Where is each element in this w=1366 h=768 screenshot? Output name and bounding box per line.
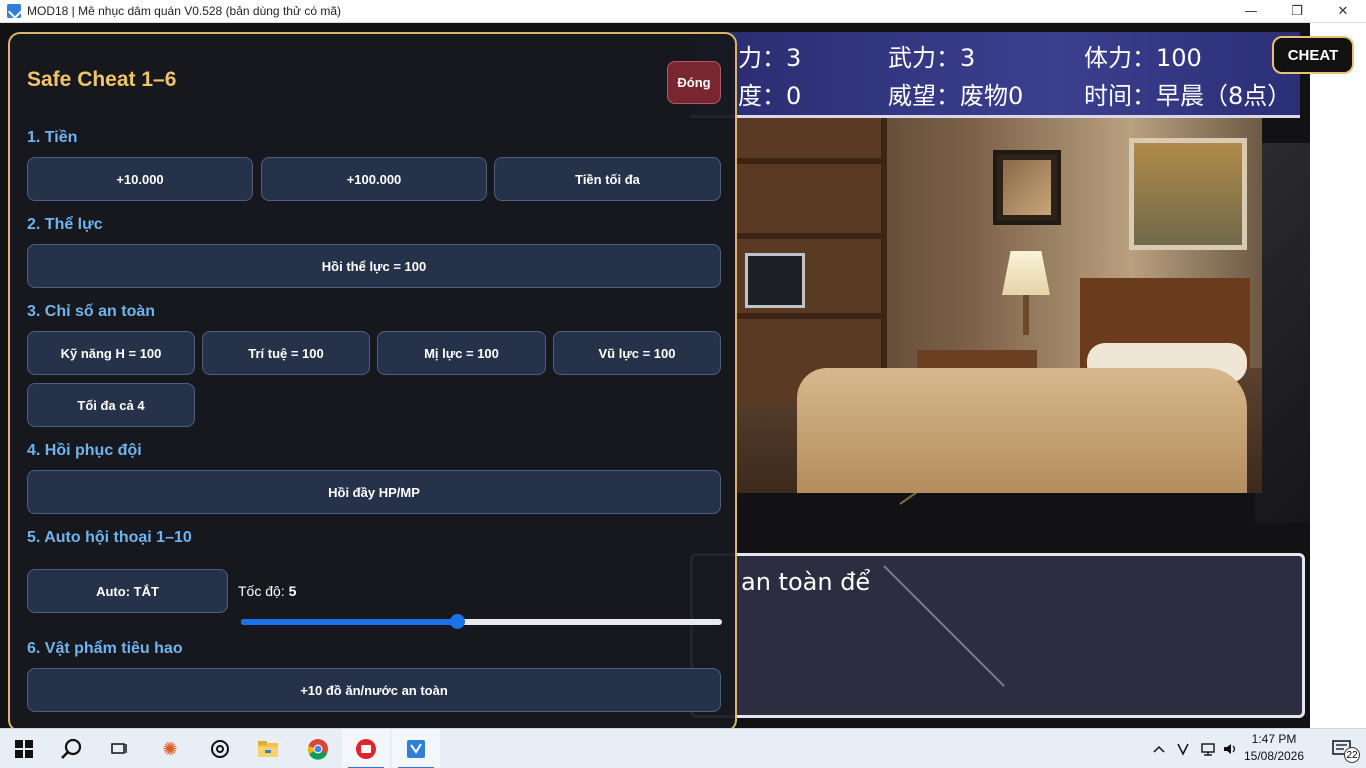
add-safe-food-water-button[interactable]: +10 đồ ăn/nước an toàn [27, 668, 721, 712]
burst-app-icon[interactable]: ✺ [146, 729, 194, 768]
stat-intellect: 力：3 [738, 44, 802, 72]
section-money-heading: 1. Tiền [27, 129, 78, 146]
app-icon [7, 4, 21, 18]
game-viewport[interactable]: 力：3 武力：3 体力：100 度：0 威望：废物0 时间：早晨（8点） an … [0, 23, 1366, 728]
add-100000-money-button[interactable]: +100.000 [261, 157, 487, 201]
section-auto-heading: 5. Auto hội thoại 1–10 [27, 529, 192, 546]
stat-affection: 度：0 [738, 82, 802, 110]
taskbar: ✺ 1:47 PM 15/08/2026 22 [0, 728, 1366, 768]
stats-banner: 力：3 武力：3 体力：100 度：0 威望：废物0 时间：早晨（8点） [690, 32, 1300, 118]
section-safe-stats-heading: 3. Chỉ số an toàn [27, 303, 156, 320]
clock[interactable]: 1:47 PM 15/08/2026 [1240, 731, 1308, 765]
wall-picture-prop [993, 150, 1061, 225]
dialogue-box[interactable]: an toàn để [690, 553, 1305, 718]
restore-hp-mp-button[interactable]: Hồi đầy HP/MP [27, 470, 721, 514]
cheat-panel: Safe Cheat 1–6 Đóng 1. Tiền +10.000 +100… [8, 32, 737, 728]
maximize-button[interactable]: ❐ [1274, 0, 1320, 23]
slider-fill [241, 619, 458, 625]
section-party-heading: 4. Hồi phục đội [27, 442, 142, 459]
chatgpt-icon[interactable] [196, 729, 244, 768]
window-titlebar[interactable]: MOD18 | Mê nhục dâm quán V0.528 (bản dùn… [0, 0, 1366, 23]
max-money-button[interactable]: Tiền tối đa [494, 157, 721, 201]
stat-stamina: 体力：100 [1084, 44, 1202, 72]
notification-count-badge: 22 [1344, 747, 1360, 763]
monitor-prop [745, 253, 805, 308]
slider-thumb[interactable] [450, 614, 466, 629]
chrome-icon[interactable] [294, 729, 342, 768]
decorative-panel [1255, 143, 1315, 523]
windows-icon[interactable] [0, 729, 48, 768]
dialogue-text: an toàn để [741, 568, 871, 596]
panel-title: Safe Cheat 1–6 [27, 68, 177, 91]
volume-icon[interactable] [1220, 729, 1242, 768]
file-explorer-icon[interactable] [244, 729, 292, 768]
clock-date: 15/08/2026 [1243, 749, 1305, 763]
minimize-button[interactable]: — [1228, 0, 1274, 23]
red-app-icon[interactable] [342, 729, 390, 768]
speed-label-text: Tốc độ: [238, 583, 285, 599]
panel-close-button[interactable]: Đóng [667, 61, 721, 104]
charm-100-button[interactable]: Mị lực = 100 [377, 331, 546, 375]
window-prop [1129, 138, 1247, 250]
force-100-button[interactable]: Vũ lực = 100 [553, 331, 721, 375]
dialog-decoration [883, 565, 1005, 687]
restore-stamina-button[interactable]: Hồi thể lực = 100 [27, 244, 721, 288]
screen: MOD18 | Mê nhục dâm quán V0.528 (bản dùn… [0, 0, 1366, 768]
skill-h-100-button[interactable]: Kỹ năng H = 100 [27, 331, 195, 375]
clock-time: 1:47 PM [1251, 732, 1297, 746]
vpn-icon[interactable] [1172, 729, 1194, 768]
bedroom-scene-image [737, 118, 1262, 493]
speed-value: 5 [288, 583, 297, 599]
network-icon[interactable] [1196, 729, 1220, 768]
close-window-button[interactable]: ✕ [1320, 0, 1366, 23]
speed-label: Tốc độ: 5 [238, 583, 296, 599]
cheat-toggle-button[interactable]: CHEAT [1272, 36, 1354, 74]
window-title: MOD18 | Mê nhục dâm quán V0.528 (bản dùn… [27, 4, 341, 18]
bed-prop [797, 368, 1247, 493]
stat-time: 时间：早晨（8点） [1084, 82, 1292, 110]
max-all-stats-button[interactable]: Tối đa cả 4 [27, 383, 195, 427]
section-items-heading: 6. Vật phẩm tiêu hao [27, 640, 183, 657]
section-stamina-heading: 2. Thể lực [27, 216, 103, 233]
stat-prestige: 威望：废物0 [888, 82, 1024, 110]
auto-dialogue-toggle[interactable]: Auto: TẮT [27, 569, 228, 613]
task-view-icon[interactable] [96, 729, 144, 768]
notification-center-icon[interactable]: 22 [1318, 729, 1366, 768]
speed-slider[interactable] [241, 614, 722, 629]
intellect-100-button[interactable]: Trí tuệ = 100 [202, 331, 370, 375]
add-10000-money-button[interactable]: +10.000 [27, 157, 253, 201]
search-icon[interactable] [48, 729, 96, 768]
window-edge [1310, 23, 1366, 728]
show-hidden-icons-icon[interactable] [1148, 729, 1170, 768]
game-app-icon[interactable] [392, 729, 440, 768]
stat-force: 武力：3 [888, 44, 976, 72]
